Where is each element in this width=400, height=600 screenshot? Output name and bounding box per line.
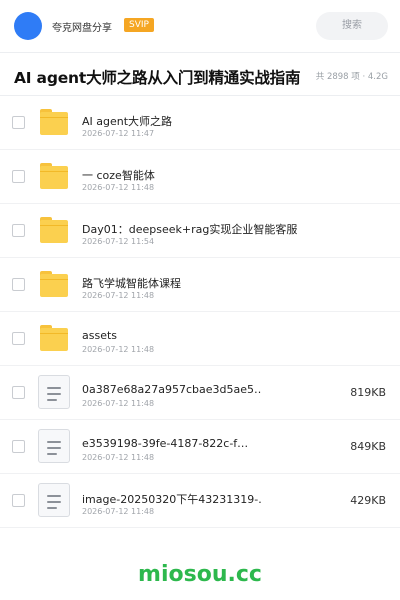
folder-icon <box>40 217 68 243</box>
file-date: 2026-07-12 11:48 <box>82 507 155 516</box>
document-icon <box>38 375 70 409</box>
list-item[interactable]: AI agent大师之路 2026-07-12 11:47 <box>0 96 400 150</box>
checkbox[interactable] <box>12 386 25 399</box>
list-item[interactable]: 路飞学城智能体课程 2026-07-12 11:48 <box>0 258 400 312</box>
checkbox[interactable] <box>12 494 25 507</box>
file-date: 2026-07-12 11:48 <box>82 345 155 354</box>
file-date: 2026-07-12 11:48 <box>82 453 155 462</box>
file-date: 2026-07-12 11:48 <box>82 291 155 300</box>
file-date: 2026-07-12 11:54 <box>82 237 155 246</box>
title-bar: AI agent大师之路从入门到精通实战指南 共 2898 项 · 4.2G <box>0 52 400 96</box>
file-name: 路飞学城智能体课程 <box>82 277 181 290</box>
list-item[interactable]: e3539198-39fe-4187-822c-f… 2026-07-12 11… <box>0 420 400 474</box>
file-size: 819KB <box>350 386 386 399</box>
file-name: Day01：deepseek+rag实现企业智能客服 <box>82 223 298 236</box>
file-date: 2026-07-12 11:47 <box>82 129 155 138</box>
document-icon <box>38 429 70 463</box>
search-button[interactable]: 搜索 <box>316 12 388 40</box>
item-count-meta: 共 2898 项 · 4.2G <box>315 72 388 82</box>
file-date: 2026-07-12 11:48 <box>82 399 155 408</box>
svip-badge: SVIP <box>124 18 154 32</box>
folder-icon <box>40 163 68 189</box>
watermark: miosou.cc <box>138 562 262 587</box>
list-item[interactable]: Day01：deepseek+rag实现企业智能客服 2026-07-12 11… <box>0 204 400 258</box>
file-name: 一 coze智能体 <box>82 169 155 182</box>
checkbox[interactable] <box>12 278 25 291</box>
folder-icon <box>40 325 68 351</box>
list-item[interactable]: 一 coze智能体 2026-07-12 11:48 <box>0 150 400 204</box>
file-list: AI agent大师之路 2026-07-12 11:47 一 coze智能体 … <box>0 96 400 528</box>
file-name: assets <box>82 329 118 342</box>
list-item[interactable]: assets 2026-07-12 11:48 <box>0 312 400 366</box>
checkbox[interactable] <box>12 332 25 345</box>
file-name: e3539198-39fe-4187-822c-f… <box>82 437 249 450</box>
checkbox[interactable] <box>12 224 25 237</box>
list-item[interactable]: image-20250320下午43231319-… 2026-07-12 11… <box>0 474 400 528</box>
list-item[interactable]: 0a387e68a27a957cbae3d5ae5… 2026-07-12 11… <box>0 366 400 420</box>
share-header: 夸克网盘分享 SVIP 搜索 <box>0 0 400 52</box>
checkbox[interactable] <box>12 116 25 129</box>
checkbox[interactable] <box>12 440 25 453</box>
file-size: 429KB <box>350 494 386 507</box>
file-name: 0a387e68a27a957cbae3d5ae5… <box>82 383 262 396</box>
page-title: AI agent大师之路从入门到精通实战指南 <box>14 69 301 87</box>
file-size: 849KB <box>350 440 386 453</box>
folder-icon <box>40 271 68 297</box>
file-name: AI agent大师之路 <box>82 115 173 128</box>
file-date: 2026-07-12 11:48 <box>82 183 155 192</box>
document-icon <box>38 483 70 517</box>
folder-icon <box>40 109 68 135</box>
share-name: 夸克网盘分享 <box>52 23 112 34</box>
avatar[interactable] <box>14 12 42 40</box>
file-name: image-20250320下午43231319-… <box>82 493 262 506</box>
checkbox[interactable] <box>12 170 25 183</box>
